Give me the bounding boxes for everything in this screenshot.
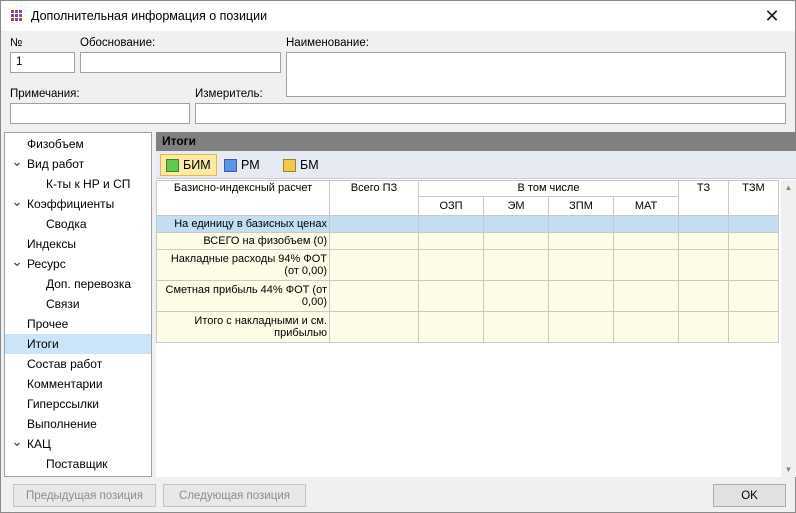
- row-label: Итого с накладными и см. прибылью: [156, 311, 330, 343]
- tree-item[interactable]: Прочее: [5, 314, 151, 334]
- navigation-tree: Физобъем ⌄ Вид работ К-ты к НР и СП ⌄ Коэффиц…: [4, 132, 152, 477]
- tree-item-label: Гиперссылки: [27, 397, 99, 411]
- unit-label: Измеритель:: [195, 88, 263, 100]
- totals-grid: Базисно-индексный расчет Всего ПЗ В том …: [156, 180, 779, 343]
- color-square-icon: [283, 158, 296, 172]
- tab-label: БМ: [300, 158, 319, 172]
- ok-button[interactable]: OK: [713, 484, 786, 507]
- tree-item[interactable]: ⌄ Коэффициенты: [5, 194, 151, 214]
- chevron-down-icon[interactable]: ⌄: [11, 154, 23, 168]
- header-em: ЭМ: [483, 196, 549, 216]
- tree-item-label: Доп. перевозка: [46, 277, 132, 291]
- tree-item-label: Выполнение: [27, 417, 97, 431]
- header-tzm: ТЗМ: [728, 180, 779, 216]
- color-square-icon: [224, 158, 237, 172]
- tab-label: РМ: [241, 158, 260, 172]
- tab-bim[interactable]: БИМ: [160, 154, 217, 176]
- close-icon: ✕: [764, 5, 780, 26]
- name-label: Наименование:: [286, 37, 369, 49]
- chevron-down-icon[interactable]: ⌄: [11, 254, 23, 268]
- vertical-scrollbar[interactable]: ▲ ▼: [781, 180, 796, 477]
- tree-item-label: Итоги: [27, 337, 59, 351]
- notes-label: Примечания:: [10, 88, 80, 100]
- table-row[interactable]: Накладные расходы 94% ФОТ (от 0,00): [156, 249, 779, 281]
- basis-label: Обоснование:: [80, 37, 156, 49]
- tab-bm[interactable]: БМ: [278, 154, 324, 176]
- title-bar: Дополнительная информация о позиции ✕: [1, 1, 795, 31]
- tree-item[interactable]: Индексы: [5, 234, 151, 254]
- tree-item[interactable]: ⌄ Ресурс: [5, 254, 151, 274]
- tree-item-label: Коэффициенты: [27, 197, 115, 211]
- window-title: Дополнительная информация о позиции: [31, 9, 268, 23]
- scroll-up-icon[interactable]: ▲: [781, 183, 796, 192]
- row-label: Сметная прибыль 44% ФОТ (от 0,00): [156, 280, 330, 312]
- table-row[interactable]: ВСЕГО на физобъем (0): [156, 232, 779, 250]
- tree-item[interactable]: Поставщик: [5, 454, 151, 474]
- tree-item[interactable]: Физобъем: [5, 134, 151, 154]
- tree-item-label: Связи: [46, 297, 80, 311]
- header-zpm: ЗПМ: [548, 196, 614, 216]
- tree-item[interactable]: Связи: [5, 294, 151, 314]
- tree-item-label: Поставщик: [46, 457, 108, 471]
- tree-item[interactable]: Итоги: [5, 334, 151, 354]
- tree-item[interactable]: Доп. перевозка: [5, 274, 151, 294]
- tab-label: БИМ: [183, 158, 211, 172]
- row-label: ВСЕГО на физобъем (0): [156, 232, 330, 250]
- tree-item[interactable]: ⌄ КАЦ: [5, 434, 151, 454]
- notes-field[interactable]: [10, 103, 190, 124]
- tree-item-label: Прочее: [27, 317, 69, 331]
- next-position-button[interactable]: Следующая позиция: [163, 484, 306, 507]
- price-mode-toolbar: БИМ РМ БМ: [156, 151, 796, 179]
- tree-item-label: Вид работ: [27, 157, 85, 171]
- panel-title: Итоги: [156, 132, 796, 151]
- dialog-window: Дополнительная информация о позиции ✕ № …: [0, 0, 796, 513]
- chevron-down-icon[interactable]: ⌄: [11, 194, 23, 208]
- header-mat: МАТ: [613, 196, 679, 216]
- tree-item[interactable]: Выполнение: [5, 414, 151, 434]
- tree-item[interactable]: Состав работ: [5, 354, 151, 374]
- color-square-icon: [166, 158, 179, 172]
- number-label: №: [10, 37, 23, 49]
- table-row[interactable]: Итого с накладными и см. прибылью: [156, 311, 779, 343]
- tree-item-label: К-ты к НР и СП: [46, 177, 131, 191]
- tree-item-label: Состав работ: [27, 357, 103, 371]
- close-button[interactable]: ✕: [749, 1, 795, 31]
- prev-position-button[interactable]: Предыдущая позиция: [13, 484, 156, 507]
- header-tz: ТЗ: [678, 180, 729, 216]
- tree-item-label: Физобъем: [27, 137, 84, 151]
- row-label: Накладные расходы 94% ФОТ (от 0,00): [156, 249, 330, 281]
- scroll-down-icon[interactable]: ▼: [781, 465, 796, 474]
- tree-item[interactable]: К-ты к НР и СП: [5, 174, 151, 194]
- tree-item-label: Ресурс: [27, 257, 66, 271]
- tree-item-label: КАЦ: [27, 437, 51, 451]
- name-field[interactable]: [286, 52, 786, 97]
- band-row-label: На единицу в базисных ценах: [156, 215, 330, 233]
- header-total: Всего ПЗ: [329, 180, 419, 216]
- tree-item-label: Комментарии: [27, 377, 103, 391]
- tree-item[interactable]: Сводка: [5, 214, 151, 234]
- header-ozp: ОЗП: [418, 196, 484, 216]
- tree-item-label: Индексы: [27, 237, 76, 251]
- header-including: В том числе: [418, 180, 679, 197]
- tree-item[interactable]: Комментарии: [5, 374, 151, 394]
- tree-item[interactable]: ⌄ Вид работ: [5, 154, 151, 174]
- app-icon: [10, 9, 24, 22]
- basis-field[interactable]: [80, 52, 281, 73]
- tree-item[interactable]: Гиперссылки: [5, 394, 151, 414]
- totals-panel: Итоги БИМ РМ БМ Базисно-индексный расчет В…: [156, 132, 796, 477]
- header-calc: Базисно-индексный расчет: [156, 180, 330, 216]
- unit-field[interactable]: [195, 103, 786, 124]
- table-row[interactable]: Сметная прибыль 44% ФОТ (от 0,00): [156, 280, 779, 312]
- tree-item-label: Сводка: [46, 217, 87, 231]
- tab-rm[interactable]: РМ: [219, 154, 265, 176]
- chevron-down-icon[interactable]: ⌄: [11, 434, 23, 448]
- band-row: На единицу в базисных ценах: [156, 215, 779, 233]
- number-field[interactable]: 1: [10, 52, 75, 73]
